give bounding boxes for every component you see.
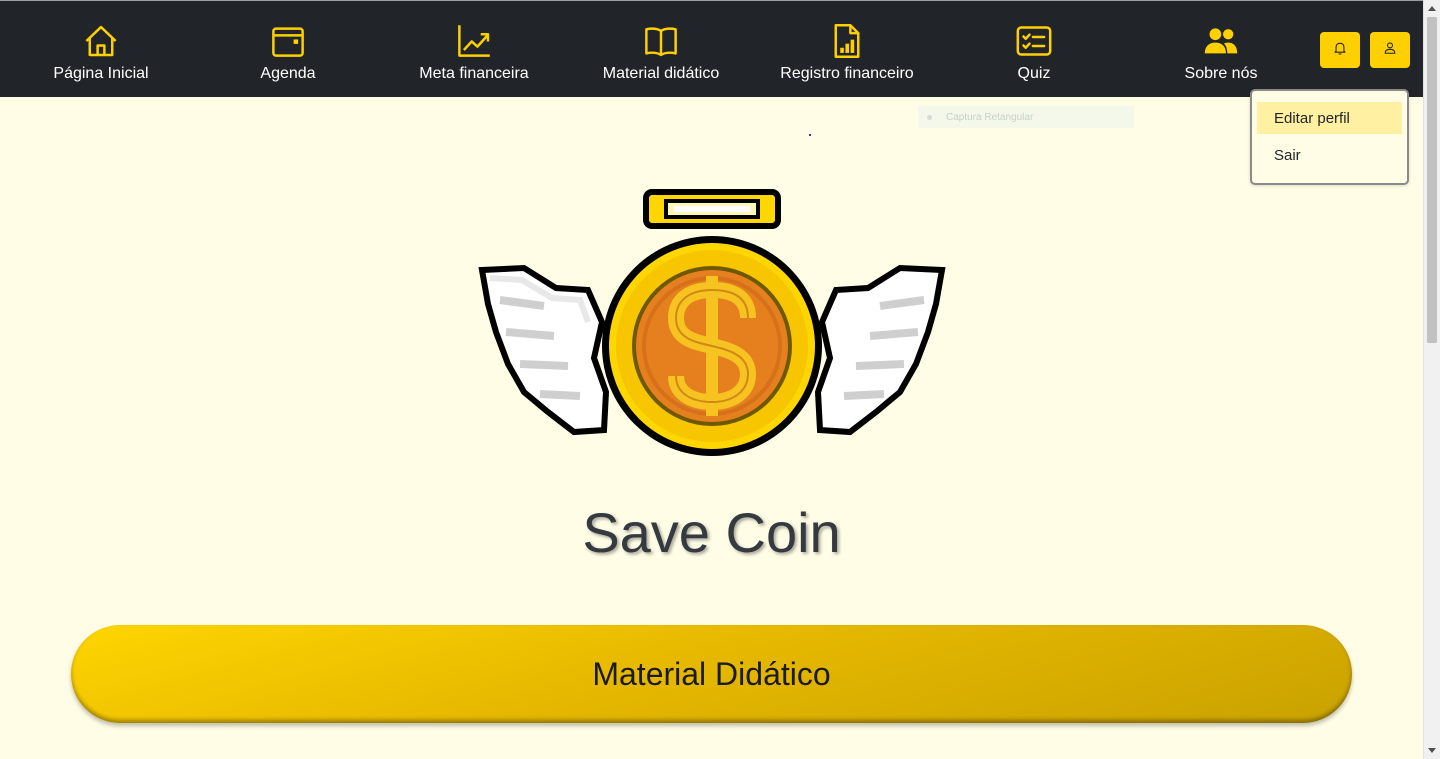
nav-item-agenda[interactable]: Agenda — [198, 23, 378, 83]
notifications-button[interactable] — [1320, 32, 1360, 68]
scrollbar-thumb[interactable] — [1427, 17, 1437, 343]
person-icon — [1383, 41, 1397, 60]
save-coin-logo — [476, 186, 948, 458]
book-icon — [643, 23, 679, 59]
nav-label: Sobre nós — [1184, 65, 1258, 82]
stray-pixel — [809, 134, 811, 136]
material-didatico-button[interactable]: Material Didático — [71, 625, 1352, 723]
nav-item-registro-financeiro[interactable]: Registro financeiro — [757, 23, 937, 83]
nav-item-quiz[interactable]: Quiz — [944, 23, 1124, 83]
nav-label: Agenda — [260, 65, 316, 82]
checklist-icon — [1016, 23, 1052, 59]
nav-label: Meta financeira — [419, 65, 529, 82]
scroll-down-arrow-icon[interactable] — [1428, 748, 1436, 753]
page-title: Save Coin — [582, 501, 841, 564]
nav-item-sobre-nos[interactable]: Sobre nós — [1131, 23, 1311, 83]
scroll-up-arrow-icon[interactable] — [1428, 6, 1436, 11]
profile-dropdown-menu: Editar perfil Sair — [1250, 89, 1409, 185]
menu-item-editar-perfil[interactable]: Editar perfil — [1257, 102, 1402, 134]
graph-up-arrow-icon — [456, 23, 492, 59]
house-icon — [83, 23, 119, 59]
top-navbar: Página Inicial Agenda Meta financeira Ma… — [0, 0, 1423, 97]
profile-button[interactable] — [1370, 32, 1410, 68]
file-bar-chart-icon — [829, 23, 865, 59]
nav-item-meta-financeira[interactable]: Meta financeira — [384, 23, 564, 83]
vertical-scrollbar[interactable] — [1423, 0, 1440, 759]
menu-item-sair[interactable]: Sair — [1257, 139, 1402, 171]
people-icon — [1203, 23, 1239, 59]
nav-item-pagina-inicial[interactable]: Página Inicial — [11, 23, 191, 83]
capture-overlay-tooltip: Captura Retangular — [918, 106, 1134, 128]
calendar-icon — [270, 23, 306, 59]
nav-label: Registro financeiro — [780, 65, 914, 82]
capture-overlay-label: Captura Retangular — [946, 111, 1034, 123]
nav-label: Material didático — [602, 65, 720, 82]
nav-label: Página Inicial — [53, 65, 149, 82]
bell-icon — [1333, 41, 1347, 60]
nav-label: Quiz — [1017, 65, 1051, 82]
dot-icon — [927, 114, 932, 120]
nav-item-material-didatico[interactable]: Material didático — [571, 23, 751, 83]
